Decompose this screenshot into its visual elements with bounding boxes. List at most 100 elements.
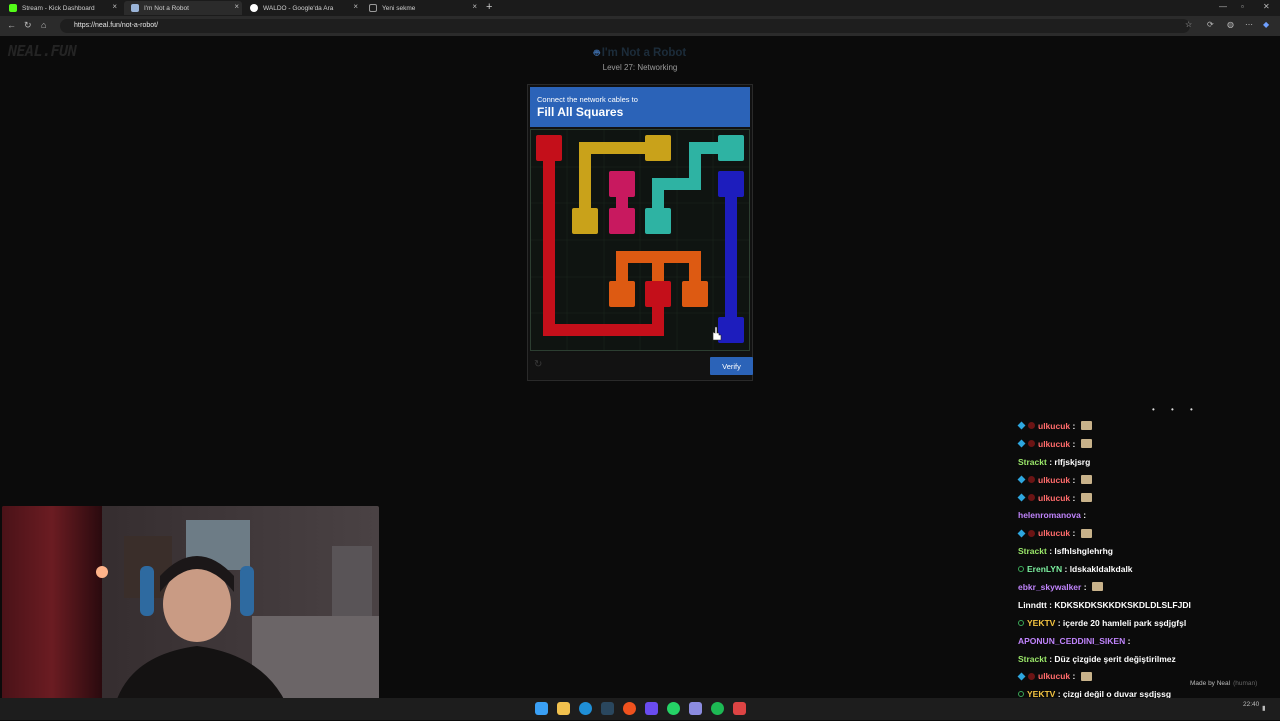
reload-icon[interactable]: ↻ (24, 20, 32, 31)
og-badge-icon (1018, 691, 1024, 698)
tab-new[interactable]: Yeni sekme × (362, 1, 480, 15)
emote-icon (1080, 671, 1092, 681)
chat-text: KDKSKDKSKKDKSKDLDLSLFJDI (1054, 599, 1191, 610)
chat-message: Strackt : rlfjskjsrg (1018, 453, 1280, 471)
chat-username[interactable]: ulkucuk (1038, 671, 1070, 681)
chat-message: ErenLYN : ldskakldalkdalk (1018, 560, 1280, 578)
captcha-goal: Fill All Squares (537, 105, 624, 119)
yellow-node[interactable] (645, 135, 671, 161)
chat-separator: : (1046, 653, 1055, 664)
tab-not-a-robot[interactable]: I'm Not a Robot × (124, 1, 242, 15)
gem-badge-icon (1017, 529, 1026, 538)
navy-node[interactable] (718, 171, 744, 197)
chat-username[interactable]: ErenLYN (1027, 564, 1062, 574)
start-icon[interactable] (535, 702, 548, 715)
refresh-icon[interactable]: ↻ (534, 359, 542, 370)
discord-icon[interactable] (645, 702, 658, 715)
chat-separator: : (1055, 617, 1063, 628)
chat-username[interactable]: APONUN_CEDDINI_SIKEN (1018, 636, 1125, 646)
chat-separator: : (1081, 581, 1089, 592)
chat-username[interactable]: helenromanova (1018, 510, 1081, 520)
teal-node[interactable] (645, 208, 671, 234)
chat-username[interactable]: ulkucuk (1038, 493, 1070, 503)
cable-grid[interactable] (530, 129, 750, 351)
extensions-icon[interactable]: ⟳ (1207, 20, 1214, 29)
gem-badge-icon (1017, 672, 1026, 681)
sub-badge-icon (1028, 476, 1035, 484)
whatsapp-icon[interactable] (667, 702, 680, 715)
emote-icon (1080, 475, 1092, 485)
profile-icon[interactable]: ◍ (1227, 20, 1234, 29)
chat-separator: : (1070, 474, 1078, 485)
red-node[interactable] (536, 135, 562, 161)
new-tab-button[interactable]: + (486, 1, 492, 13)
steam-icon[interactable] (601, 702, 614, 715)
red-cable[interactable] (543, 148, 664, 336)
pink-node[interactable] (609, 171, 635, 197)
close-icon[interactable]: × (353, 2, 358, 11)
captcha-instruction: Connect the network cables to (537, 95, 638, 104)
url-input[interactable]: https://neal.fun/not-a-robot/ (60, 19, 1190, 33)
chat-username[interactable]: Strackt (1018, 546, 1047, 556)
emote-icon (1080, 528, 1092, 538)
orange-node[interactable] (609, 281, 635, 307)
chat-separator: : (1062, 564, 1070, 575)
taskbar: 22:40 ▮ (0, 698, 1280, 720)
robot-icon: 🤖︎ (593, 48, 600, 59)
webcam-feed (2, 506, 379, 718)
minimize-icon[interactable]: — (1219, 2, 1227, 11)
chat-indicator: • • • (1152, 405, 1200, 414)
spotify-icon[interactable] (711, 702, 724, 715)
notification-icon[interactable]: ▮ (1262, 704, 1266, 712)
restore-icon[interactable]: ▫ (1241, 2, 1244, 11)
close-icon[interactable]: × (234, 2, 239, 11)
app-icon[interactable] (689, 702, 702, 715)
og-badge-icon (1018, 566, 1024, 573)
app-icon[interactable] (623, 702, 636, 715)
close-icon[interactable]: × (472, 2, 477, 11)
orange-node[interactable] (682, 281, 708, 307)
chat-username[interactable]: Strackt (1018, 654, 1047, 664)
chat-username[interactable]: ulkucuk (1038, 528, 1070, 538)
file-explorer-icon[interactable] (557, 702, 570, 715)
chat-message: ulkucuk : (1017, 471, 1280, 489)
close-icon[interactable]: × (112, 2, 117, 11)
google-icon (250, 4, 258, 12)
chat-separator: : (1070, 492, 1078, 503)
menu-icon[interactable]: ⋯ (1245, 20, 1253, 29)
page-icon (369, 4, 377, 12)
close-window-icon[interactable]: ✕ (1263, 2, 1270, 11)
gem-badge-icon (1017, 439, 1026, 448)
sub-badge-icon (1028, 672, 1035, 680)
chat-username[interactable]: ebkr_skywalker (1018, 582, 1081, 592)
yellow-node[interactable] (572, 208, 598, 234)
chat-username[interactable]: ulkucuk (1038, 439, 1070, 449)
verify-button[interactable]: Verify (710, 357, 753, 375)
edge-icon[interactable] (579, 702, 592, 715)
chat-username[interactable]: Strackt (1018, 457, 1047, 467)
tab-waldo[interactable]: WALDO - Google'da Ara × (243, 1, 361, 15)
app-icon[interactable] (733, 702, 746, 715)
star-icon[interactable]: ☆ (1185, 20, 1192, 29)
tab-title: WALDO - Google'da Ara (263, 4, 334, 12)
copilot-icon[interactable]: ◆ (1263, 20, 1269, 29)
red-node[interactable] (645, 281, 671, 307)
chat-separator: : (1046, 599, 1055, 610)
chat-username[interactable]: ulkucuk (1038, 421, 1070, 431)
teal-node[interactable] (718, 135, 744, 161)
back-icon[interactable]: ← (7, 20, 16, 30)
webcam-image (2, 506, 379, 718)
clock[interactable]: 22:40 (1243, 701, 1259, 708)
chat-username[interactable]: YEKTV (1027, 618, 1055, 628)
chat-username[interactable]: Linndtt (1018, 600, 1047, 610)
emote-icon (1080, 421, 1092, 431)
cable-grid-canvas[interactable] (531, 130, 749, 350)
home-icon[interactable]: ⌂ (41, 20, 46, 30)
navy-node[interactable] (718, 317, 744, 343)
tab-kick-dashboard[interactable]: Stream - Kick Dashboard × (2, 1, 120, 15)
chat-message: Linndtt : KDKSKDKSKKDKSKDLDLSLFJDI (1018, 596, 1280, 614)
chat-separator: : (1070, 420, 1078, 431)
chat-message: ulkucuk : (1017, 417, 1280, 435)
chat-username[interactable]: ulkucuk (1038, 475, 1070, 485)
pink-node[interactable] (609, 208, 635, 234)
